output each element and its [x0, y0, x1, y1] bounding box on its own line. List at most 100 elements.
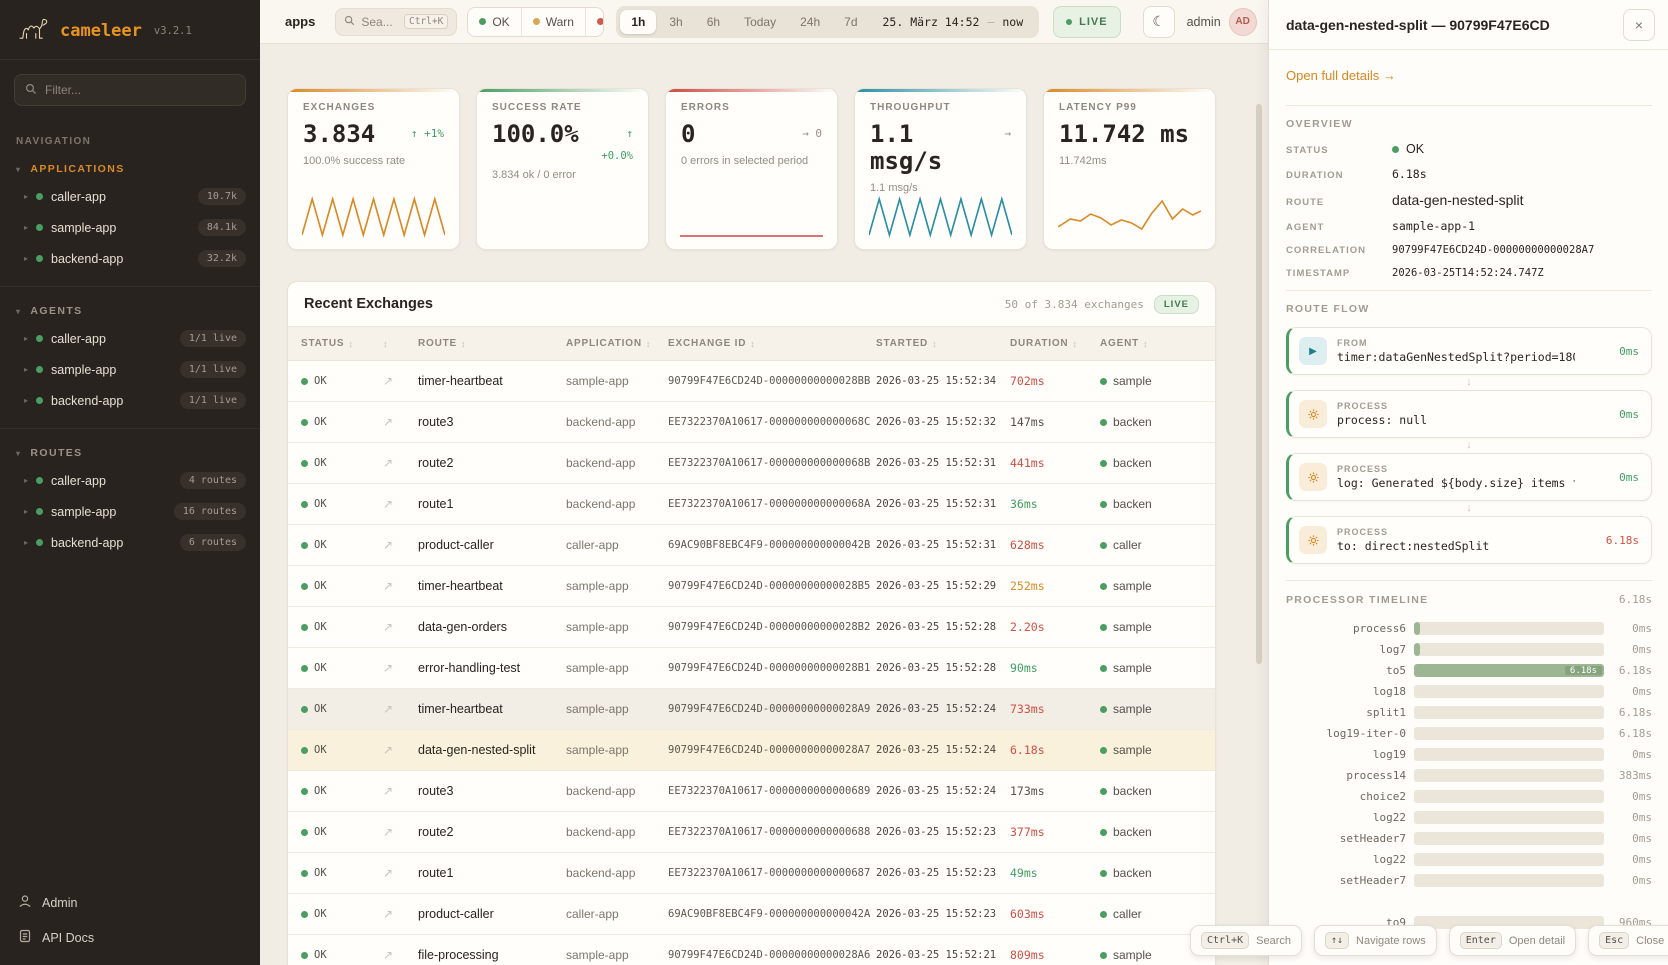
table-row[interactable]: OK↗route1backend-appEE7322370A10617-0000…	[288, 484, 1215, 525]
column-header-duration[interactable]: DURATION↕	[1010, 338, 1100, 349]
sidebar-item-sample-app[interactable]: ▸sample-app16 routes	[0, 496, 260, 527]
table-row[interactable]: OK↗file-processingsample-app90799F47E6CD…	[288, 935, 1215, 965]
table-row[interactable]: OK↗product-callercaller-app69AC90BF8EBC4…	[288, 525, 1215, 566]
open-exchange-icon[interactable]: ↗	[383, 702, 418, 716]
column-header-link[interactable]: ↕	[383, 339, 418, 349]
search-input[interactable]: Sea... Ctrl+K	[335, 8, 457, 36]
sidebar-item-sample-app[interactable]: ▸sample-app1/1 live	[0, 354, 260, 385]
date-range[interactable]: 25. März 14:52—now	[871, 15, 1036, 29]
live-badge[interactable]: LIVE	[1053, 6, 1120, 38]
close-panel-button[interactable]: ×	[1623, 9, 1655, 41]
open-exchange-icon[interactable]: ↗	[383, 907, 418, 921]
table-row[interactable]: OK↗route1backend-appEE7322370A10617-0000…	[288, 853, 1215, 894]
overview-key: ROUTE	[1286, 197, 1382, 208]
open-full-details-link[interactable]: Open full details →	[1286, 68, 1396, 83]
table-row[interactable]: OK↗error-handling-testsample-app90799F47…	[288, 648, 1215, 689]
column-header-started[interactable]: STARTED↕	[876, 338, 1010, 349]
timeline-row: log220ms	[1286, 849, 1652, 870]
open-exchange-icon[interactable]: ↗	[383, 579, 418, 593]
status-dot	[36, 508, 43, 515]
status-label: OK	[314, 826, 327, 838]
range-button-24h[interactable]: 24h	[789, 10, 831, 34]
open-exchange-icon[interactable]: ↗	[383, 743, 418, 757]
table-row[interactable]: OK↗data-gen-nested-splitsample-app90799F…	[288, 730, 1215, 771]
detail-panel: data-gen-nested-split — 90799F47E6CD × O…	[1268, 0, 1668, 965]
section-header[interactable]: ▾ROUTES	[0, 441, 260, 465]
timeline-row: setHeader70ms	[1286, 828, 1652, 849]
section-header[interactable]: ▾AGENTS	[0, 299, 260, 323]
sidebar-item-backend-app[interactable]: ▸backend-app32.2k	[0, 243, 260, 274]
status-filter-e[interactable]: E	[585, 8, 604, 36]
exchange-id: 90799F47E6CD24D-00000000000028A9	[668, 703, 876, 715]
range-button-6h[interactable]: 6h	[696, 10, 731, 34]
hint-open-detail: EnterOpen detail	[1449, 925, 1576, 956]
table-row[interactable]: OK↗route2backend-appEE7322370A10617-0000…	[288, 443, 1215, 484]
column-header-route[interactable]: ROUTE↕	[418, 338, 566, 349]
column-header-agent[interactable]: AGENT↕	[1100, 338, 1215, 349]
open-exchange-icon[interactable]: ↗	[383, 825, 418, 839]
table-row[interactable]: OK↗timer-heartbeatsample-app90799F47E6CD…	[288, 361, 1215, 402]
time-range-group: 1h3h6hToday24h7d25. März 14:52—now	[616, 6, 1039, 38]
step-kind: FROM	[1337, 338, 1575, 348]
range-button-today[interactable]: Today	[733, 10, 787, 34]
sidebar-item-caller-app[interactable]: ▸caller-app1/1 live	[0, 323, 260, 354]
sidebar-item-caller-app[interactable]: ▸caller-app4 routes	[0, 465, 260, 496]
open-exchange-icon[interactable]: ↗	[383, 497, 418, 511]
started-timestamp: 2026-03-25 15:52:28	[876, 621, 1010, 633]
avatar[interactable]: AD	[1229, 8, 1257, 36]
sidebar-item-backend-app[interactable]: ▸backend-app6 routes	[0, 527, 260, 558]
route-flow-step[interactable]: PROCESSlog: Generated ${body.size} items…	[1286, 453, 1652, 501]
chevron-down-icon: ▾	[16, 449, 21, 458]
panel-header: data-gen-nested-split — 90799F47E6CD ×	[1269, 0, 1668, 50]
sidebar-item-caller-app[interactable]: ▸caller-app10.7k	[0, 181, 260, 212]
sidebar-item-admin[interactable]: Admin	[0, 885, 260, 920]
column-header-status[interactable]: STATUS↕	[301, 338, 383, 349]
sidebar-item-sample-app[interactable]: ▸sample-app84.1k	[0, 212, 260, 243]
open-exchange-icon[interactable]: ↗	[383, 456, 418, 470]
timeline-bar: 6.18s	[1414, 664, 1604, 677]
stat-label: LATENCY P99	[1059, 102, 1200, 113]
timeline-bar-fill	[1414, 643, 1420, 656]
table-row[interactable]: OK↗route3backend-appEE7322370A10617-0000…	[288, 771, 1215, 812]
table-row[interactable]: OK↗data-gen-orderssample-app90799F47E6CD…	[288, 607, 1215, 648]
table-row[interactable]: OK↗product-callercaller-app69AC90BF8EBC4…	[288, 894, 1215, 935]
open-exchange-icon[interactable]: ↗	[383, 784, 418, 798]
section-header[interactable]: ▾APPLICATIONS	[0, 157, 260, 181]
breadcrumb[interactable]: apps	[285, 14, 315, 29]
status-filter-ok[interactable]: OK	[468, 8, 520, 36]
application-name: sample-app	[566, 620, 668, 634]
open-exchange-icon[interactable]: ↗	[383, 620, 418, 634]
column-header-exchange-id[interactable]: EXCHANGE ID↕	[668, 338, 876, 349]
open-exchange-icon[interactable]: ↗	[383, 661, 418, 675]
open-exchange-icon[interactable]: ↗	[383, 538, 418, 552]
column-header-application[interactable]: APPLICATION↕	[566, 338, 668, 349]
open-exchange-icon[interactable]: ↗	[383, 374, 418, 388]
range-button-3h[interactable]: 3h	[658, 10, 693, 34]
overview-value: data-gen-nested-split	[1392, 192, 1652, 208]
sidebar-section-applications: ▾APPLICATIONS▸caller-app10.7k▸sample-app…	[0, 151, 260, 282]
route-flow-step[interactable]: PROCESSto: direct:nestedSplit6.18s	[1286, 516, 1652, 564]
main-scrollbar[interactable]	[1256, 104, 1262, 664]
table-row[interactable]: OK↗timer-heartbeatsample-app90799F47E6CD…	[288, 689, 1215, 730]
timeline-bar	[1414, 685, 1604, 698]
arrow-down-icon: ↓	[1286, 501, 1652, 516]
open-exchange-icon[interactable]: ↗	[383, 948, 418, 962]
route-flow-step[interactable]: ▶FROMtimer:dataGenNestedSplit?period=180…	[1286, 327, 1652, 375]
status-dot	[301, 911, 308, 918]
table-row[interactable]: OK↗timer-heartbeatsample-app90799F47E6CD…	[288, 566, 1215, 607]
duration-value: 441ms	[1010, 456, 1100, 470]
theme-toggle-button[interactable]: ☾	[1143, 6, 1175, 38]
range-button-1h[interactable]: 1h	[620, 10, 656, 34]
sidebar-item-api-docs[interactable]: API Docs	[0, 920, 260, 955]
open-exchange-icon[interactable]: ↗	[383, 866, 418, 880]
route-flow-step[interactable]: PROCESSprocess: null0ms	[1286, 390, 1652, 438]
range-button-7d[interactable]: 7d	[833, 10, 868, 34]
open-exchange-icon[interactable]: ↗	[383, 415, 418, 429]
application-name: sample-app	[566, 579, 668, 593]
table-row[interactable]: OK↗route2backend-appEE7322370A10617-0000…	[288, 812, 1215, 853]
table-row[interactable]: OK↗route3backend-appEE7322370A10617-0000…	[288, 402, 1215, 443]
sidebar-filter-input[interactable]: Filter...	[14, 74, 246, 106]
gear-icon	[1299, 526, 1327, 554]
status-filter-warn[interactable]: Warn	[521, 8, 585, 36]
sidebar-item-backend-app[interactable]: ▸backend-app1/1 live	[0, 385, 260, 416]
